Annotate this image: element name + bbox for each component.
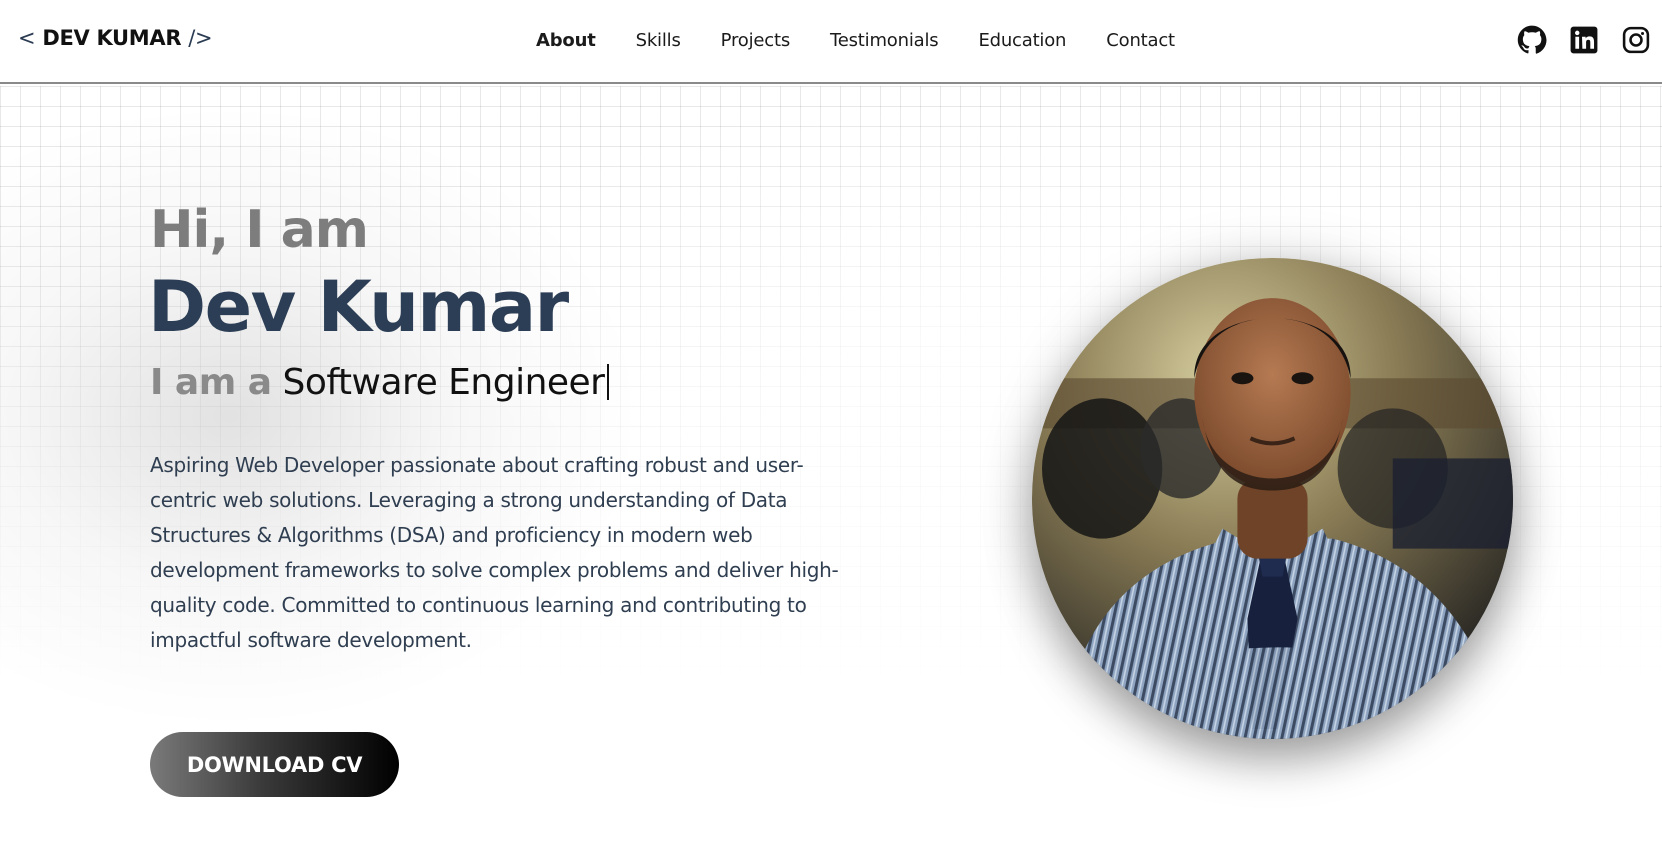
- instagram-icon[interactable]: [1620, 24, 1652, 56]
- hero-greeting: Hi, I am: [150, 200, 369, 260]
- social-links: [1516, 24, 1652, 56]
- profile-photo-illustration: [1032, 258, 1513, 739]
- nav-link-skills[interactable]: Skills: [636, 30, 681, 51]
- linkedin-icon[interactable]: [1568, 24, 1600, 56]
- role-prefix: I am a: [150, 362, 272, 403]
- profile-photo: [1032, 258, 1513, 739]
- main-nav: About Skills Projects Testimonials Educa…: [536, 30, 1215, 51]
- site-logo[interactable]: < DEV KUMAR />: [18, 26, 213, 50]
- nav-link-about[interactable]: About: [536, 30, 596, 51]
- download-cv-button[interactable]: DOWNLOAD CV: [150, 732, 399, 797]
- navbar: < DEV KUMAR /> About Skills Projects Tes…: [0, 0, 1662, 84]
- nav-link-testimonials[interactable]: Testimonials: [830, 30, 939, 51]
- typed-role: Software Engineer: [282, 362, 605, 403]
- nav-link-education[interactable]: Education: [978, 30, 1066, 51]
- typing-caret: [607, 364, 610, 400]
- hero-bio: Aspiring Web Developer passionate about …: [150, 453, 839, 652]
- logo-open-bracket: <: [18, 26, 36, 50]
- nav-link-contact[interactable]: Contact: [1106, 30, 1175, 51]
- hero-role-line: I am a Software Engineer: [150, 362, 610, 403]
- nav-link-projects[interactable]: Projects: [721, 30, 791, 51]
- logo-name: DEV KUMAR: [42, 26, 182, 50]
- hero-name: Dev Kumar: [148, 266, 569, 348]
- github-icon[interactable]: [1516, 24, 1548, 56]
- logo-close-bracket: />: [188, 26, 213, 50]
- hero-section: Hi, I am Dev Kumar I am a Software Engin…: [0, 86, 1662, 845]
